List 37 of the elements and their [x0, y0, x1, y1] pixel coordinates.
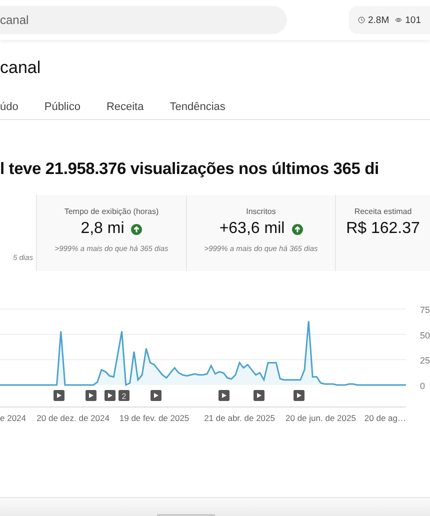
y-axis-label: 25	[420, 356, 430, 366]
headline: l teve 21.958.376 visualizações nos últimos 365 di	[0, 160, 380, 179]
video-marker[interactable]	[150, 390, 162, 401]
eye-icon	[395, 15, 402, 25]
x-axis-label: 21 de abr. de 2025	[204, 413, 275, 423]
video-count-marker[interactable]: 2	[118, 390, 130, 401]
video-marker[interactable]	[294, 390, 304, 401]
card-value: +63,6 mil	[219, 220, 285, 238]
x-axis-label: 20 de dez. de 2024	[36, 413, 110, 423]
tab[interactable]: Público	[44, 99, 80, 115]
video-marker[interactable]	[86, 390, 96, 401]
tab[interactable]: údo	[0, 99, 18, 115]
x-axis-label: 20 de jun. de 2025	[286, 413, 356, 423]
card-value: R$ 162.37	[346, 220, 420, 238]
video-marker[interactable]	[104, 390, 116, 401]
scroll-handle[interactable]	[157, 514, 215, 516]
y-axis-label: 75	[420, 305, 430, 315]
stat-card[interactable]: Receita estimad R$ 162.37	[336, 195, 430, 271]
stat-value: 101	[405, 14, 421, 26]
x-axis-label: 19 de fev. de 2025	[119, 413, 190, 423]
video-marker[interactable]	[218, 390, 230, 401]
stat-value: 2.8M	[368, 14, 390, 26]
card-value: 2,8 mi	[80, 220, 124, 238]
video-marker[interactable]	[254, 390, 264, 401]
page-title: canal	[0, 58, 42, 79]
y-axis-label: 50	[420, 330, 430, 340]
tab[interactable]: Receita	[106, 99, 144, 115]
tab[interactable]: Tendências	[170, 99, 226, 115]
card-title: Receita estimad	[354, 207, 412, 216]
video-marker[interactable]	[54, 390, 64, 401]
x-axis-label: 20 de ag…	[364, 413, 406, 423]
clock-icon	[358, 15, 365, 25]
card-title: Tempo de exibição (horas)	[64, 207, 159, 216]
y-axis-label: 0	[420, 381, 426, 391]
search-field[interactable]: canal	[0, 6, 287, 34]
card-title: Inscritos	[246, 207, 276, 216]
x-axis-label: e 2024	[0, 413, 26, 423]
